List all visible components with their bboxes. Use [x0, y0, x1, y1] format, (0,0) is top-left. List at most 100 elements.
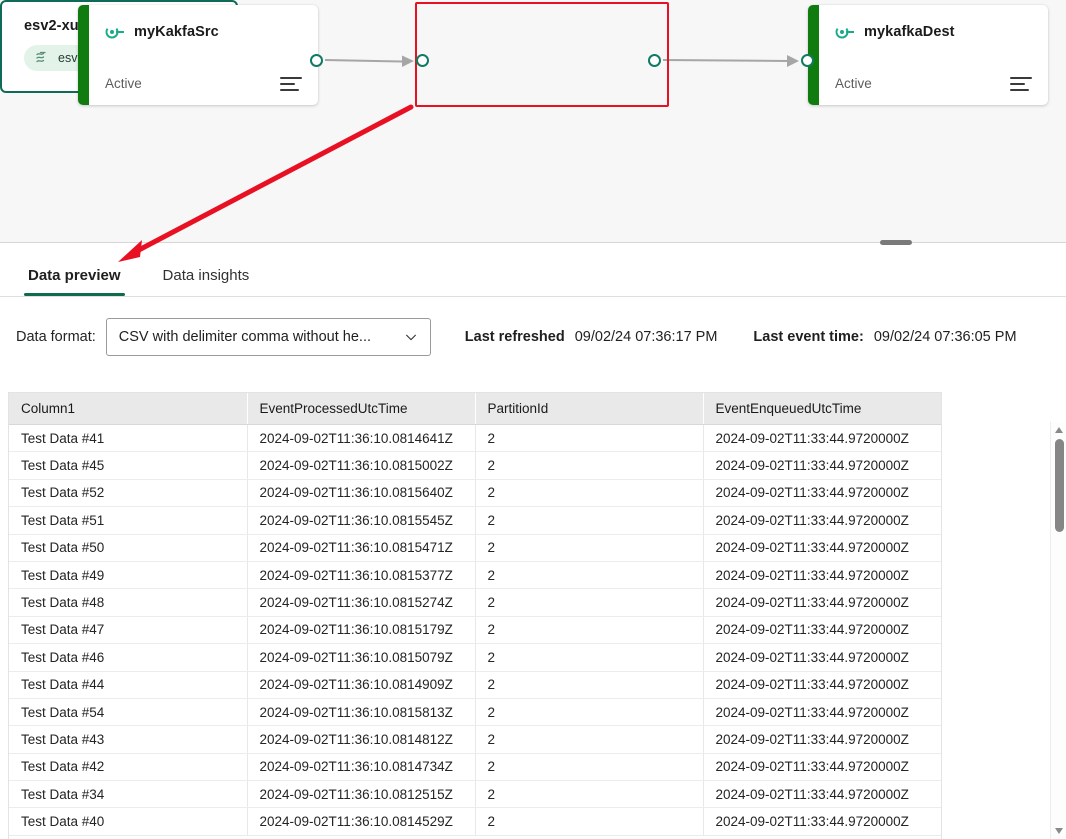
table-cell: 2: [475, 425, 703, 452]
table-vertical-scrollbar[interactable]: [1050, 422, 1066, 839]
table-cell: 2024-09-02T11:36:10.0814529Z: [247, 808, 475, 835]
table-cell: 2: [475, 671, 703, 698]
table-cell: 2: [475, 698, 703, 725]
table-row[interactable]: Test Data #482024-09-02T11:36:10.0815274…: [9, 589, 942, 616]
table-cell: Test Data #50: [9, 534, 247, 561]
table-row[interactable]: Test Data #492024-09-02T11:36:10.0815377…: [9, 561, 942, 588]
table-row[interactable]: Test Data #432024-09-02T11:36:10.0814812…: [9, 726, 942, 753]
table-row[interactable]: Test Data #342024-09-02T11:36:10.0812515…: [9, 781, 942, 808]
table-column-header[interactable]: EventEnqueuedUtcTime: [703, 393, 942, 425]
scroll-up-arrow-icon[interactable]: [1054, 425, 1064, 435]
table-row[interactable]: Test Data #542024-09-02T11:36:10.0815813…: [9, 698, 942, 725]
last-event-time-group: Last event time: 09/02/24 07:36:05 PM: [753, 329, 1016, 345]
flow-canvas[interactable]: myKakfaSrc Active esv2-xujx-kafkaendp...…: [0, 0, 1066, 243]
table-cell: Test Data #52: [9, 479, 247, 506]
table-cell: 2024-09-02T11:33:44.9720000Z: [703, 698, 942, 725]
table-cell: Test Data #40: [9, 808, 247, 835]
table-cell: Test Data #42: [9, 753, 247, 780]
last-event-time-label: Last event time:: [753, 329, 863, 345]
table-row[interactable]: Test Data #452024-09-02T11:36:10.0815002…: [9, 452, 942, 479]
table-cell: 2024-09-02T11:36:10.0814641Z: [247, 425, 475, 452]
table-cell: 2024-09-02T11:33:44.9720000Z: [703, 479, 942, 506]
table-cell: 2024-09-02T11:36:10.0815471Z: [247, 534, 475, 561]
table-column-header[interactable]: PartitionId: [475, 393, 703, 425]
table-body: Test Data #412024-09-02T11:36:10.0814641…: [9, 425, 942, 836]
data-preview-table: Column1EventProcessedUtcTimePartitionIdE…: [9, 393, 942, 836]
table-column-header[interactable]: Column1: [9, 393, 247, 425]
table-cell: 2024-09-02T11:33:44.9720000Z: [703, 616, 942, 643]
list-lines-icon[interactable]: [1010, 77, 1032, 91]
table-cell: 2: [475, 534, 703, 561]
table-cell: 2024-09-02T11:33:44.9720000Z: [703, 507, 942, 534]
table-cell: Test Data #41: [9, 425, 247, 452]
table-cell: 2024-09-02T11:36:10.0815079Z: [247, 644, 475, 671]
flow-node-destination[interactable]: mykafkaDest Active: [808, 5, 1048, 105]
table-cell: 2: [475, 808, 703, 835]
table-cell: Test Data #51: [9, 507, 247, 534]
table-cell: Test Data #45: [9, 452, 247, 479]
table-cell: 2024-09-02T11:33:44.9720000Z: [703, 726, 942, 753]
table-row[interactable]: Test Data #462024-09-02T11:36:10.0815079…: [9, 644, 942, 671]
table-cell: Test Data #47: [9, 616, 247, 643]
table-row[interactable]: Test Data #502024-09-02T11:36:10.0815471…: [9, 534, 942, 561]
table-cell: 2024-09-02T11:33:44.9720000Z: [703, 644, 942, 671]
table-row[interactable]: Test Data #412024-09-02T11:36:10.0814641…: [9, 425, 942, 452]
table-cell: 2: [475, 561, 703, 588]
chevron-down-icon: [404, 330, 418, 344]
node-title-label: mykafkaDest: [864, 24, 955, 40]
table-cell: 2024-09-02T11:36:10.0815813Z: [247, 698, 475, 725]
node-body: myKakfaSrc Active: [89, 5, 318, 105]
table-cell: 2: [475, 616, 703, 643]
table-cell: 2024-09-02T11:33:44.9720000Z: [703, 808, 942, 835]
node-output-port-endpoint[interactable]: [648, 54, 661, 67]
table-cell: 2024-09-02T11:36:10.0815640Z: [247, 479, 475, 506]
table-cell: 2024-09-02T11:33:44.9720000Z: [703, 671, 942, 698]
node-accent-bar: [78, 5, 89, 105]
table-row[interactable]: Test Data #522024-09-02T11:36:10.0815640…: [9, 479, 942, 506]
node-input-port-endpoint[interactable]: [416, 54, 429, 67]
table-header-row: Column1EventProcessedUtcTimePartitionIdE…: [9, 393, 942, 425]
table-cell: Test Data #34: [9, 781, 247, 808]
table-cell: 2: [475, 781, 703, 808]
table-cell: Test Data #44: [9, 671, 247, 698]
table-cell: 2: [475, 753, 703, 780]
table-cell: 2024-09-02T11:33:44.9720000Z: [703, 534, 942, 561]
table-row[interactable]: Test Data #402024-09-02T11:36:10.0814529…: [9, 808, 942, 835]
panel-splitter-handle[interactable]: [880, 240, 912, 245]
table-column-header[interactable]: EventProcessedUtcTime: [247, 393, 475, 425]
table-cell: 2024-09-02T11:36:10.0814812Z: [247, 726, 475, 753]
list-lines-icon[interactable]: [280, 77, 302, 91]
table-cell: Test Data #48: [9, 589, 247, 616]
table-cell: Test Data #46: [9, 644, 247, 671]
table-cell: 2: [475, 726, 703, 753]
kafka-connection-icon: [105, 24, 125, 40]
scroll-down-arrow-icon[interactable]: [1054, 826, 1064, 836]
node-footer-row: Active: [105, 76, 302, 91]
panel-tabbar: Data preview Data insights: [0, 244, 1066, 297]
table-cell: 2024-09-02T11:36:10.0815377Z: [247, 561, 475, 588]
data-format-selected-value: CSV with delimiter comma without he...: [119, 329, 371, 345]
table-row[interactable]: Test Data #422024-09-02T11:36:10.0814734…: [9, 753, 942, 780]
tab-data-insights[interactable]: Data insights: [159, 267, 254, 296]
node-input-port-destination[interactable]: [801, 54, 814, 67]
table-row[interactable]: Test Data #442024-09-02T11:36:10.0814909…: [9, 671, 942, 698]
data-format-dropdown[interactable]: CSV with delimiter comma without he...: [106, 318, 431, 356]
data-preview-table-container[interactable]: Column1EventProcessedUtcTimePartitionIdE…: [8, 392, 942, 839]
node-output-port-source[interactable]: [310, 54, 323, 67]
table-cell: 2024-09-02T11:36:10.0815179Z: [247, 616, 475, 643]
tab-data-preview[interactable]: Data preview: [24, 267, 125, 296]
node-title-label: myKakfaSrc: [134, 24, 219, 40]
table-cell: 2: [475, 644, 703, 671]
table-cell: Test Data #54: [9, 698, 247, 725]
node-title-row: mykafkaDest: [835, 5, 1032, 39]
table-cell: 2: [475, 589, 703, 616]
preview-meta: Last refreshed 09/02/24 07:36:17 PM Last…: [465, 329, 1017, 345]
table-header: Column1EventProcessedUtcTimePartitionIdE…: [9, 393, 942, 425]
table-row[interactable]: Test Data #512024-09-02T11:36:10.0815545…: [9, 507, 942, 534]
table-cell: 2: [475, 479, 703, 506]
scrollbar-thumb[interactable]: [1055, 439, 1064, 532]
table-cell: 2024-09-02T11:36:10.0814909Z: [247, 671, 475, 698]
table-row[interactable]: Test Data #472024-09-02T11:36:10.0815179…: [9, 616, 942, 643]
flow-node-source[interactable]: myKakfaSrc Active: [78, 5, 318, 105]
table-cell: 2024-09-02T11:33:44.9720000Z: [703, 452, 942, 479]
